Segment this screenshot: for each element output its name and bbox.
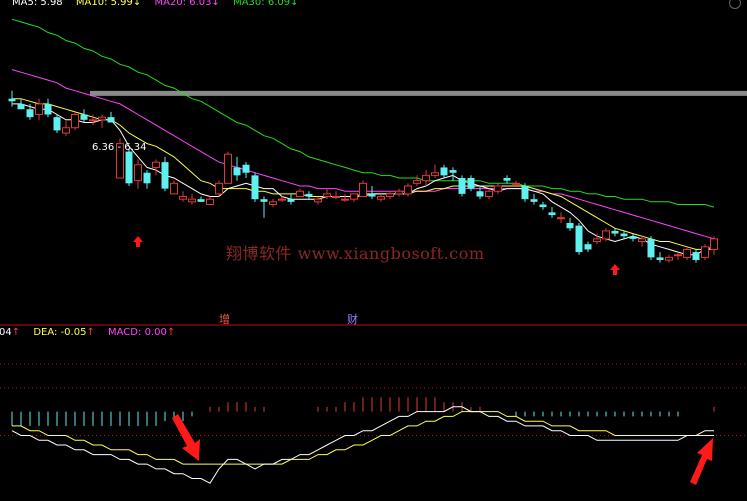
candle-body-down bbox=[242, 164, 250, 173]
candle-body-down bbox=[8, 98, 16, 102]
signal-up-arrow bbox=[133, 236, 143, 247]
candle-body-down bbox=[143, 172, 151, 184]
candle-body-down bbox=[440, 167, 448, 176]
candle-body-down bbox=[548, 212, 556, 216]
candle-body-up bbox=[323, 193, 331, 198]
candle-body-up bbox=[269, 201, 277, 205]
candle-body-down bbox=[611, 230, 619, 234]
candle-body-up bbox=[683, 248, 691, 258]
ma30-legend: MA30: 6.09↓ bbox=[233, 0, 299, 8]
candle-body-down bbox=[287, 199, 295, 202]
candle-body-down bbox=[656, 257, 664, 261]
ma20-legend: MA20: 6.03↓ bbox=[154, 0, 220, 8]
candle-body-up bbox=[602, 230, 610, 240]
candle-body-up bbox=[422, 174, 430, 182]
signal-up-arrow bbox=[610, 264, 620, 275]
candle-body-down bbox=[503, 178, 511, 181]
candle-body-down bbox=[530, 199, 538, 202]
price-legend: MA5: 5.98 MA10: 5.99↓ MA20: 6.03↓ MA30: … bbox=[12, 0, 309, 9]
candle-body-down bbox=[233, 167, 241, 176]
candle-body-down bbox=[539, 204, 547, 208]
candle-body-up bbox=[674, 254, 682, 257]
candle-body-down bbox=[476, 191, 484, 197]
candle-body-up bbox=[296, 190, 304, 198]
candle-body-down bbox=[53, 117, 61, 131]
candle-body-up bbox=[485, 190, 493, 198]
candle-body-down bbox=[629, 236, 637, 239]
candle-body-up bbox=[170, 182, 178, 195]
resistance-band bbox=[90, 90, 747, 96]
macd-legend: 04↑ DEA: -0.05↑ MACD: 0.00↑ bbox=[0, 327, 185, 339]
candle-body-up bbox=[341, 198, 349, 201]
candle-body-up bbox=[206, 198, 214, 205]
candle-body-down bbox=[368, 193, 376, 197]
candle-body-up bbox=[431, 172, 439, 176]
candle-body-up bbox=[665, 256, 673, 261]
watermark: 翔博软件 www.xiangbosoft.com bbox=[226, 244, 485, 263]
event-marker-cai[interactable]: 财 bbox=[347, 311, 358, 327]
candle-body-up bbox=[404, 185, 412, 195]
candle-body-down bbox=[566, 222, 574, 229]
candle-body-down bbox=[197, 199, 205, 202]
candle-body-up bbox=[494, 185, 502, 192]
dea-line bbox=[12, 411, 714, 465]
candle-body-up bbox=[98, 116, 106, 121]
candle-body-up bbox=[359, 182, 367, 198]
candle-body-down bbox=[161, 162, 169, 189]
candle-body-down bbox=[449, 170, 457, 173]
ma30-line bbox=[11, 18, 715, 208]
candle-body-up bbox=[215, 182, 223, 195]
candle-body-down bbox=[584, 244, 592, 250]
candle-body-up bbox=[62, 127, 70, 134]
candle-body-up bbox=[557, 217, 565, 220]
candle-body-up bbox=[395, 190, 403, 195]
ma5-legend: MA5: 5.98 bbox=[12, 0, 63, 8]
candle-body-up bbox=[134, 164, 142, 182]
candle-body-up bbox=[638, 238, 646, 243]
candle-body-down bbox=[620, 233, 628, 237]
candle-body-up bbox=[710, 238, 718, 250]
dea-legend: DEA: -0.05↑ bbox=[33, 327, 95, 338]
candle-body-up bbox=[35, 103, 43, 116]
candle-body-down bbox=[305, 193, 313, 197]
macd-value-legend: MACD: 0.00↑ bbox=[108, 327, 176, 338]
candle-body-up bbox=[188, 198, 196, 203]
candle-body-up bbox=[89, 119, 97, 122]
event-marker-zeng[interactable]: 增 bbox=[219, 311, 230, 327]
candle-body-down bbox=[260, 199, 268, 202]
resistance-label: 6.36 - 6.34 bbox=[92, 142, 147, 153]
candle-body-down bbox=[692, 252, 700, 261]
candle-body-up bbox=[332, 196, 340, 199]
candle-body-up bbox=[224, 153, 232, 184]
candle-body-down bbox=[107, 117, 115, 123]
candle-body-down bbox=[26, 109, 34, 118]
candle-body-up bbox=[593, 238, 601, 243]
candle-body-up bbox=[152, 161, 160, 168]
candle-body-down bbox=[467, 178, 475, 189]
candle-body-down bbox=[125, 151, 133, 184]
candle-body-up bbox=[278, 198, 286, 201]
candle-body-down bbox=[521, 185, 529, 200]
candle-body-up bbox=[179, 196, 187, 200]
ma10-legend: MA10: 5.99↓ bbox=[75, 0, 142, 8]
candle-body-up bbox=[413, 180, 421, 184]
candle-body-up bbox=[386, 193, 394, 198]
candle-body-up bbox=[314, 198, 322, 203]
candle-body-down bbox=[458, 178, 466, 194]
macd-signal-arrow-down bbox=[172, 414, 200, 461]
candle-body-up bbox=[377, 196, 385, 200]
candle-body-down bbox=[17, 103, 25, 110]
dif-legend: 04↑ bbox=[0, 327, 21, 338]
candle-body-up bbox=[512, 182, 520, 185]
candle-body-down bbox=[575, 225, 583, 253]
candle-body-up bbox=[71, 114, 79, 129]
candle-body-down bbox=[44, 103, 52, 115]
candle-body-up bbox=[701, 246, 709, 258]
candle-body-down bbox=[80, 114, 88, 120]
candle-body-down bbox=[647, 238, 655, 258]
candle-body-up bbox=[350, 193, 358, 200]
candle-body-down bbox=[251, 175, 259, 200]
macd-signal-arrow-up bbox=[690, 438, 713, 485]
